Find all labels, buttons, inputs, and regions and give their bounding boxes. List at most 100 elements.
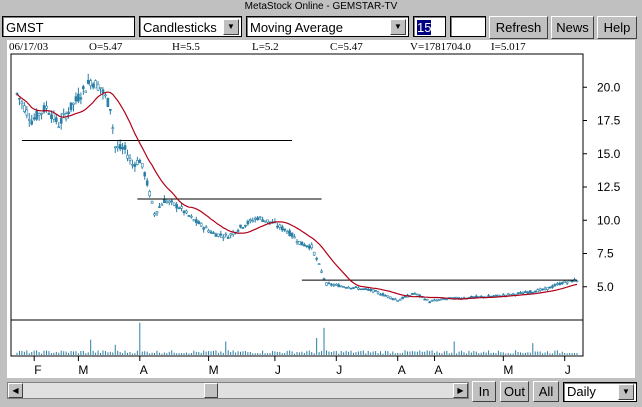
candle-body: [330, 283, 333, 286]
candle-body: [153, 213, 156, 216]
x-tick-label: A: [398, 363, 406, 377]
candle-body: [403, 296, 407, 298]
y-tick-label: 5.0: [597, 280, 614, 294]
extra-input[interactable]: [450, 16, 486, 37]
candle-body: [72, 102, 75, 105]
candle-body: [212, 232, 215, 235]
candle-body: [315, 257, 318, 260]
candle-body: [222, 236, 225, 239]
candle-body: [565, 281, 569, 284]
candle-body: [182, 210, 186, 214]
candle-body: [337, 284, 341, 288]
candle-body: [143, 172, 147, 177]
chevron-down-icon[interactable]: ▼: [223, 19, 239, 35]
candle-body: [438, 299, 441, 301]
candle-body: [276, 225, 279, 228]
candle-body: [224, 233, 228, 236]
candle-body: [52, 112, 56, 120]
zoom-all-button[interactable]: All: [533, 381, 559, 402]
scroll-right-icon[interactable]: ▶: [453, 383, 468, 398]
horizontal-scrollbar[interactable]: ◀ ▶: [7, 382, 469, 399]
chevron-down-icon[interactable]: ▼: [390, 19, 406, 35]
y-tick-label: 10.0: [597, 213, 621, 227]
zoom-out-button[interactable]: Out: [500, 381, 529, 402]
candle-body: [209, 231, 213, 234]
candle-body: [133, 163, 137, 167]
candle-body: [121, 147, 124, 150]
candle-body: [32, 117, 36, 120]
candle-body: [548, 286, 552, 289]
candle-body: [502, 294, 505, 296]
candle-body: [327, 282, 331, 285]
x-tick-label: J: [336, 363, 342, 377]
candle-body: [386, 295, 390, 298]
candle-body: [538, 288, 542, 291]
chevron-down-icon[interactable]: ▼: [618, 384, 634, 400]
help-button[interactable]: Help: [597, 16, 637, 39]
candle-body: [84, 90, 88, 93]
candle-body: [59, 118, 63, 124]
candle-body: [359, 288, 363, 291]
candle-body: [106, 97, 110, 107]
refresh-button[interactable]: Refresh: [489, 16, 548, 39]
candle-body: [23, 105, 26, 112]
candle-body: [155, 210, 159, 214]
candle-body: [497, 294, 500, 297]
chart-panel[interactable]: 06/17/03 O=5.47 H=5.5 L=5.2 C=5.47 V=178…: [7, 40, 635, 378]
candle-body: [236, 230, 240, 232]
candle-body: [354, 286, 358, 289]
candle-body: [445, 298, 449, 301]
candle-body: [45, 105, 48, 109]
candle-body: [199, 222, 203, 227]
candle-body: [111, 127, 115, 130]
candle-body: [37, 113, 41, 116]
candle-body: [396, 300, 400, 302]
candle-body: [560, 282, 564, 285]
candle-body: [347, 286, 350, 289]
periodicity-select[interactable]: Daily ▼: [563, 382, 637, 402]
candle-body: [109, 108, 112, 111]
candle-body: [526, 291, 530, 294]
candle-body: [47, 113, 51, 115]
candle-body: [192, 219, 196, 222]
candle-body: [389, 296, 392, 299]
scrollbar-thumb[interactable]: [204, 383, 218, 398]
candle-body: [96, 83, 100, 91]
chart-style-select[interactable]: Candlesticks ▼: [139, 16, 242, 37]
symbol-input[interactable]: GMST: [2, 16, 135, 37]
news-button[interactable]: News: [551, 16, 594, 39]
candle-body: [425, 298, 429, 301]
candle-body: [366, 288, 370, 291]
candle-body: [325, 282, 328, 286]
candle-body: [249, 219, 252, 221]
x-tick-label: J: [565, 363, 571, 377]
candle-body: [362, 288, 365, 291]
candle-body: [126, 154, 129, 159]
candle-body: [138, 159, 142, 164]
candle-body: [167, 200, 171, 203]
y-tick-label: 12.5: [597, 180, 621, 194]
scroll-left-icon[interactable]: ◀: [8, 383, 23, 398]
candle-body: [364, 288, 368, 290]
price-chart[interactable]: 20.0 17.5 15.0 12.5 10.0 7.5 5.0 F M A M J J A A M J: [7, 40, 635, 378]
candle-body: [376, 291, 380, 294]
candle-body: [413, 293, 417, 295]
period-input[interactable]: 15: [413, 16, 446, 37]
candle-body: [89, 80, 92, 87]
y-tick-label: 15.0: [597, 147, 621, 161]
candle-body: [524, 291, 527, 294]
candle-body: [455, 296, 458, 299]
candle-body: [332, 284, 336, 287]
chart-style-value: Candlesticks: [143, 20, 217, 35]
candle-body: [494, 294, 498, 297]
zoom-in-button[interactable]: In: [472, 381, 496, 402]
candle-body: [57, 126, 61, 129]
candle-body: [344, 287, 348, 289]
candle-body: [541, 288, 544, 291]
x-tick-label: F: [34, 363, 41, 377]
candle-body: [303, 244, 306, 247]
candle-body: [305, 245, 309, 247]
indicator-select[interactable]: Moving Average ▼: [246, 16, 409, 37]
candle-body: [160, 203, 164, 206]
candle-body: [536, 289, 540, 293]
